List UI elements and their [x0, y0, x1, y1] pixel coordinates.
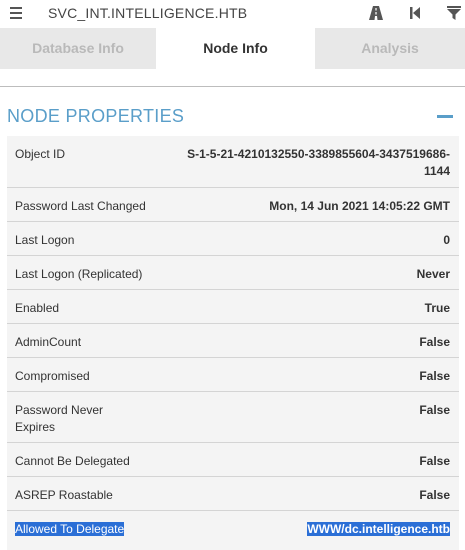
selected-text[interactable]: Allowed To Delegate — [15, 522, 125, 536]
tab-bar: Database Info Node Info Analysis — [0, 28, 465, 69]
property-row-password-never-expires: Password Never Expires False — [7, 392, 459, 443]
property-value: WWW/dc.intelligence.htb — [307, 521, 450, 538]
property-value: False — [419, 335, 450, 349]
property-row-cannot-be-delegated: Cannot Be Delegated False — [7, 443, 459, 477]
property-label: ASREP Roastable — [15, 488, 113, 502]
property-label: Allowed To Delegate — [15, 521, 125, 538]
property-label: Object ID — [15, 147, 66, 161]
property-value: False — [419, 488, 450, 502]
divider — [0, 86, 465, 87]
property-row-last-logon-replicated: Last Logon (Replicated) Never — [7, 256, 459, 290]
menu-icon[interactable] — [10, 6, 24, 20]
property-value: False — [419, 369, 450, 383]
property-label: AdminCount — [15, 335, 82, 349]
properties-table: Object ID S-1-5-21-4210132550-3389855604… — [7, 136, 459, 550]
node-title: SVC_INT.INTELLIGENCE.HTB — [48, 5, 248, 21]
property-label: Cannot Be Delegated — [15, 454, 130, 468]
property-value: 0 — [443, 233, 450, 247]
label-line: Password Never — [15, 403, 104, 417]
property-row-compromised: Compromised False — [7, 358, 459, 392]
property-row-allowed-to-delegate: Allowed To Delegate WWW/dc.intelligence.… — [7, 511, 459, 550]
property-row-password-last-changed: Password Last Changed Mon, 14 Jun 2021 1… — [7, 188, 459, 222]
minus-icon[interactable] — [437, 115, 453, 118]
property-label: Last Logon (Replicated) — [15, 267, 143, 281]
property-value: False — [419, 454, 450, 468]
filter-icon[interactable] — [446, 4, 462, 22]
property-row-object-id: Object ID S-1-5-21-4210132550-3389855604… — [7, 136, 459, 188]
property-row-last-logon: Last Logon 0 — [7, 222, 459, 256]
tab-node-info[interactable]: Node Info — [156, 28, 315, 69]
property-label: Password Never Expires — [15, 402, 103, 436]
selected-text[interactable]: WWW/dc.intelligence.htb — [307, 522, 450, 536]
property-value: False — [419, 403, 450, 417]
property-row-enabled: Enabled True — [7, 290, 459, 324]
property-row-asrep-roastable: ASREP Roastable False — [7, 477, 459, 511]
property-label: Enabled — [15, 301, 60, 315]
property-value: True — [424, 301, 450, 315]
property-value: S-1-5-21-4210132550-3389855604-343751968… — [187, 146, 450, 180]
back-icon[interactable] — [408, 4, 424, 22]
section-title: NODE PROPERTIES — [7, 106, 185, 126]
pathfinding-icon[interactable] — [368, 4, 384, 22]
property-label: Password Last Changed — [15, 199, 146, 213]
node-properties-header[interactable]: NODE PROPERTIES — [7, 106, 459, 126]
property-value: Mon, 14 Jun 2021 14:05:22 GMT — [269, 199, 450, 213]
property-label: Last Logon — [15, 233, 75, 247]
value-line: S-1-5-21-4210132550-3389855604-343751968… — [187, 147, 450, 161]
top-bar: SVC_INT.INTELLIGENCE.HTB — [0, 0, 465, 28]
label-line: Expires — [15, 420, 56, 434]
property-label: Compromised — [15, 369, 90, 383]
property-value: Never — [416, 267, 450, 281]
value-line: 1144 — [423, 164, 450, 178]
tab-analysis[interactable]: Analysis — [315, 28, 465, 69]
property-row-admincount: AdminCount False — [7, 324, 459, 358]
tab-database-info[interactable]: Database Info — [0, 28, 156, 69]
